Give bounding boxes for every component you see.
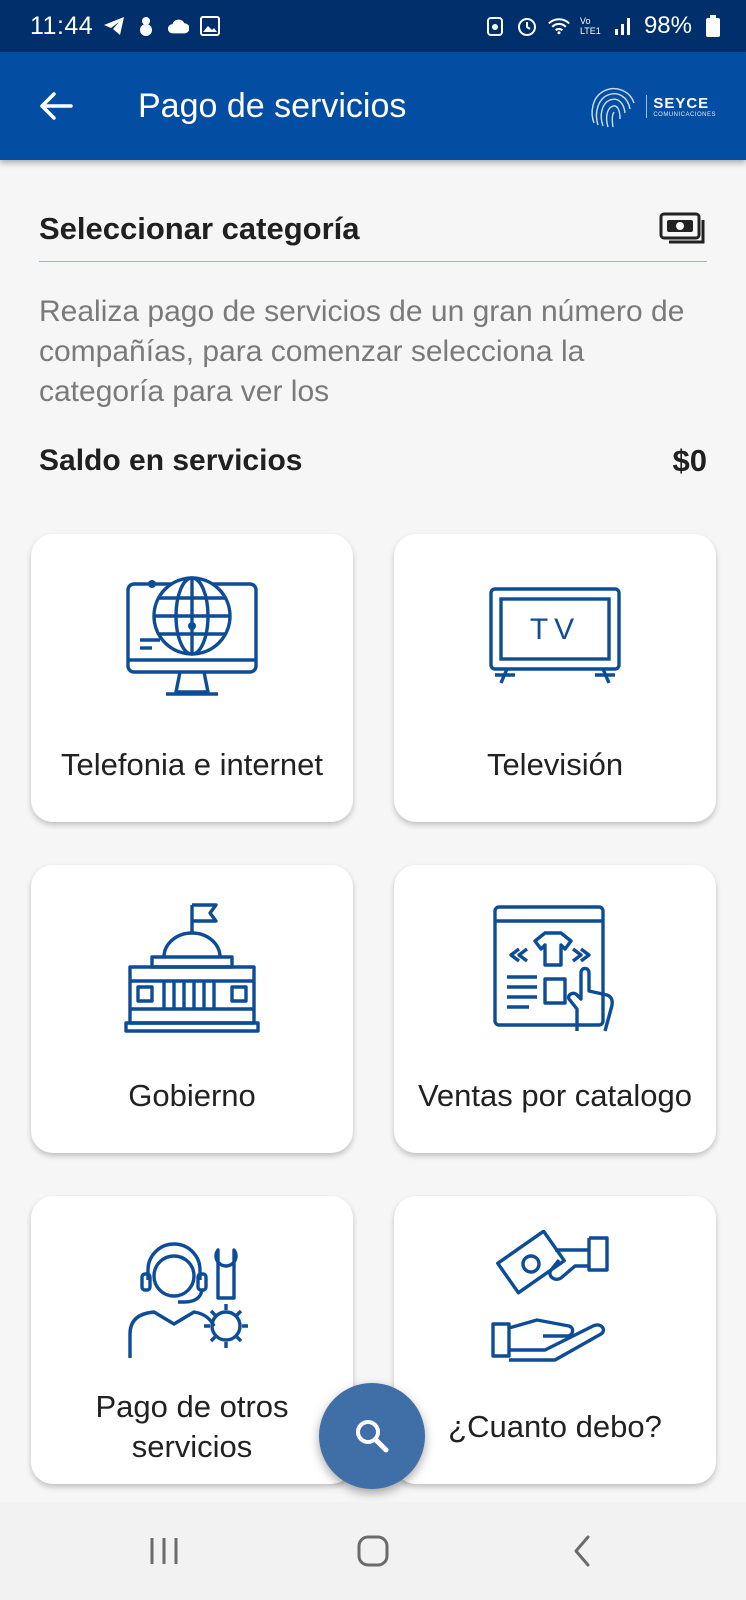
description-text: Realiza pago de servicios de un gran núm… [39,295,685,408]
battery-icon [702,15,724,37]
category-card-cuanto-debo[interactable]: ¿Cuanto debo? [394,1196,716,1484]
balance-label: Saldo en servicios [39,444,303,477]
section-header: Seleccionar categoría [39,196,707,262]
recent-apps-icon [150,1538,178,1564]
category-label: Pago de otros servicios [95,1389,289,1464]
category-card-otros[interactable]: Pago de otros servicios [31,1196,353,1484]
home-icon [357,1535,389,1567]
arrow-left-icon [40,92,73,120]
image-icon [199,15,221,37]
wifi-data-icon [484,15,506,37]
seyce-logo: SEYCE COMUNICACIONES [586,83,716,129]
system-back-button[interactable] [537,1516,627,1586]
search-icon [356,1420,389,1453]
volte-icon: Vo LTE1 [579,16,601,36]
category-label: ¿Cuanto debo? [448,1409,662,1444]
battery-percent: 98% [643,12,692,39]
back-icon [574,1535,590,1567]
alarm-icon [516,15,538,37]
signal-icon [612,15,634,37]
status-time: 11:44 [30,11,94,40]
cloud-icon [167,15,190,37]
search-fab[interactable] [319,1383,425,1489]
globe-monitor-icon [126,576,258,696]
page-title: Pago de servicios [138,86,407,125]
support-agent-gear-icon [128,1242,248,1358]
fingerprint-logo-icon [591,87,635,128]
wifi-icon [548,15,570,37]
category-label: Televisión [486,747,624,782]
back-button[interactable] [30,80,82,132]
category-label: Gobierno [128,1078,256,1113]
logo-subtext: COMUNICACIONES [653,111,716,118]
telegram-icon [103,15,125,37]
bug-icon [135,15,157,37]
recent-apps-button[interactable] [119,1516,209,1586]
category-card-gobierno[interactable]: Gobierno [31,865,353,1153]
balance-value: $0 [672,443,707,478]
system-nav-bar [0,1502,746,1600]
category-card-television[interactable]: TV Televisión [394,534,716,822]
cash-icon [659,212,705,243]
status-bar: 11:44 Vo LTE1 98% [0,0,746,52]
home-button[interactable] [328,1516,418,1586]
category-card-ventas[interactable]: Ventas por catalogo [394,865,716,1153]
catalog-shop-icon [493,905,614,1032]
logo-text: SEYCE [653,94,710,112]
category-label: Telefonia e internet [61,747,323,782]
section-title: Seleccionar categoría [39,210,360,246]
balance-row: Saldo en servicios $0 [39,443,707,479]
hand-money-icon [491,1230,609,1362]
category-label: Ventas por catalogo [417,1078,693,1113]
app-bar: Pago de servicios SEYCE COMUNICACIONES [0,52,746,160]
tv-text: TV [530,613,580,646]
government-building-icon [124,903,260,1033]
tv-icon: TV [489,587,621,684]
category-card-telefonia[interactable]: Telefonia e internet [31,534,353,822]
